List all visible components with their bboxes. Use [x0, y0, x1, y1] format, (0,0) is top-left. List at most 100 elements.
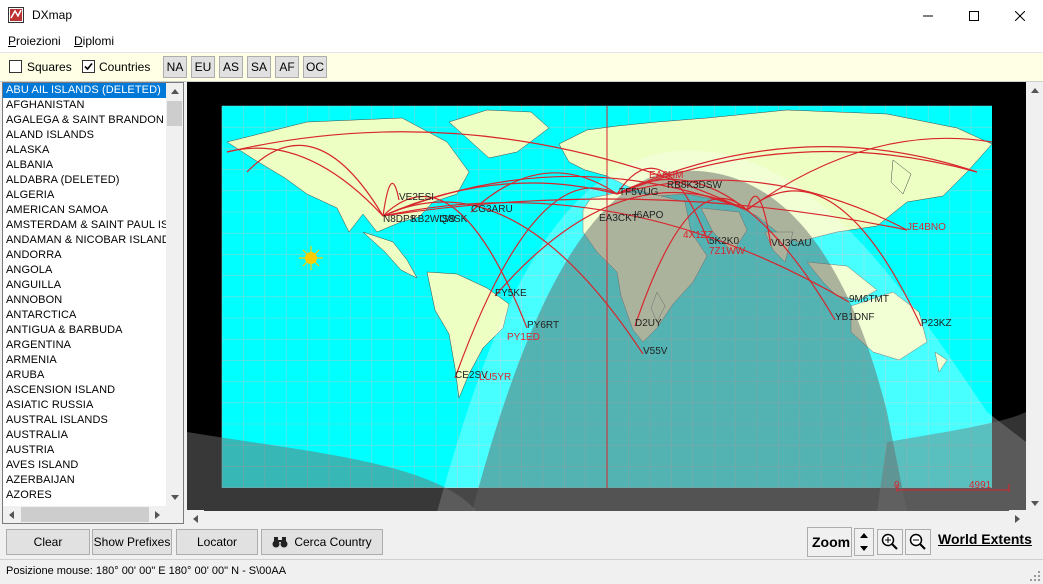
- spot-callsign-label: JE4BNO: [907, 222, 946, 233]
- minimize-button[interactable]: [905, 0, 951, 31]
- countries-label: Countries: [99, 60, 151, 74]
- continent-sa-button[interactable]: SA: [247, 56, 271, 78]
- continent-eu-button[interactable]: EU: [191, 56, 215, 78]
- zoom-in-button[interactable]: [877, 529, 903, 555]
- spot-callsign-label: 7Z1WW: [709, 246, 746, 257]
- window-title: DXmap: [32, 8, 73, 22]
- zoom-out-button[interactable]: [905, 529, 931, 555]
- binoculars-icon: [272, 537, 288, 548]
- country-list-item[interactable]: ABU AIL ISLANDS (DELETED): [3, 83, 169, 98]
- country-list-item[interactable]: ARMENIA: [3, 353, 169, 368]
- arrow-left-icon: [9, 510, 14, 519]
- country-list-item[interactable]: ANDORRA: [3, 248, 169, 263]
- map-scroll-up-button[interactable]: [1026, 82, 1043, 99]
- title-bar: DXmap: [0, 0, 1043, 31]
- list-hscroll-thumb[interactable]: [21, 507, 149, 522]
- clear-button[interactable]: Clear: [6, 529, 90, 555]
- country-list-item[interactable]: ANTARCTICA: [3, 308, 169, 323]
- scroll-down-button[interactable]: [166, 489, 183, 506]
- map-horizontal-scrollbar[interactable]: [187, 510, 1026, 527]
- country-list-item[interactable]: ANTIGUA & BARBUDA: [3, 323, 169, 338]
- country-list-item[interactable]: ALDABRA (DELETED): [3, 173, 169, 188]
- show-prefixes-button[interactable]: Show Prefixes: [92, 529, 172, 555]
- map-scroll-right-button[interactable]: [1009, 510, 1026, 527]
- spot-callsign-label: FY5KE: [495, 288, 527, 299]
- arrow-up-icon: [170, 89, 179, 94]
- zoom-out-icon: [909, 533, 926, 550]
- country-list-item[interactable]: ANNOBON: [3, 293, 169, 308]
- bottom-toolbar: Clear Show Prefixes Locator Cerca Countr…: [0, 526, 1043, 559]
- locator-button[interactable]: Locator: [176, 529, 258, 555]
- country-list-item[interactable]: AUSTRIA: [3, 443, 169, 458]
- country-list-item[interactable]: ANGOLA: [3, 263, 169, 278]
- scroll-up-button[interactable]: [166, 83, 183, 100]
- map-scroll-down-button[interactable]: [1026, 495, 1043, 512]
- resize-grip-icon[interactable]: [1029, 570, 1041, 582]
- spot-callsign-label: EA3CKT: [599, 213, 638, 224]
- arrow-down-icon: [170, 495, 179, 500]
- spin-arrows-icon: [854, 528, 874, 556]
- world-extents-button[interactable]: World Extents: [938, 531, 1032, 547]
- cerca-country-button[interactable]: Cerca Country: [261, 529, 383, 555]
- spot-callsign-label: EA6HM: [649, 170, 683, 181]
- zoom-box: Zoom: [807, 527, 852, 557]
- spot-callsign-label: LU5YR: [479, 372, 511, 383]
- country-list-item[interactable]: ALASKA: [3, 143, 169, 158]
- maximize-icon: [969, 10, 979, 21]
- squares-label: Squares: [27, 60, 72, 74]
- country-list-item[interactable]: AFGHANISTAN: [3, 98, 169, 113]
- country-list-item[interactable]: ALBANIA: [3, 158, 169, 173]
- country-list-item[interactable]: ALAND ISLANDS: [3, 128, 169, 143]
- spot-callsign-label: YB1DNF: [835, 312, 874, 323]
- spot-callsign-label: PY1ED: [507, 332, 540, 343]
- country-list-item[interactable]: ASCENSION ISLAND: [3, 383, 169, 398]
- country-list-item[interactable]: ALGERIA: [3, 188, 169, 203]
- country-list-item[interactable]: ASIATIC RUSSIA: [3, 398, 169, 413]
- scroll-left-button[interactable]: [3, 506, 20, 523]
- menu-diplomi[interactable]: Diplomi: [74, 34, 114, 48]
- spot-callsign-label: 4X1ZZ: [683, 230, 713, 241]
- filter-toolbar: Squares Countries NA EU AS SA AF OC: [0, 53, 1043, 82]
- arrow-right-icon: [155, 510, 160, 519]
- menu-proiezioni[interactable]: Proiezioni: [8, 34, 61, 48]
- country-list-item[interactable]: ARGENTINA: [3, 338, 169, 353]
- continent-as-button[interactable]: AS: [219, 56, 243, 78]
- close-button[interactable]: [997, 0, 1043, 31]
- country-listbox[interactable]: ABU AIL ISLANDS (DELETED) AFGHANISTAN AGAL…: [2, 82, 184, 524]
- spot-callsign-label: 9M6TMT: [849, 294, 889, 305]
- squares-checkbox[interactable]: [9, 60, 22, 73]
- country-list-item[interactable]: AMERICAN SAMOA: [3, 203, 169, 218]
- world-map-canvas[interactable]: VE2ESIN8DPSKB2WQ/9IS8SKCG3ARUFY5KEPY6RTC…: [187, 82, 1026, 512]
- country-list-item[interactable]: AUSTRALIA: [3, 428, 169, 443]
- spot-callsign-label: VU3CAU: [771, 238, 812, 249]
- country-list-item[interactable]: AZORES: [3, 488, 169, 503]
- list-scroll-thumb[interactable]: [167, 101, 182, 126]
- country-list-item[interactable]: AMSTERDAM & SAINT PAUL ISL: [3, 218, 169, 233]
- scroll-right-button[interactable]: [149, 506, 166, 523]
- maximize-button[interactable]: [951, 0, 997, 31]
- list-horizontal-scrollbar[interactable]: [3, 506, 183, 523]
- map-vertical-scrollbar[interactable]: [1026, 82, 1043, 512]
- country-list-item[interactable]: AGALEGA & SAINT BRANDON IS: [3, 113, 169, 128]
- spot-callsign-label: TF5VUG: [619, 187, 659, 198]
- spot-callsign-label: D2UY: [635, 318, 662, 329]
- app-icon: [8, 7, 24, 23]
- country-list-item[interactable]: ANGUILLA: [3, 278, 169, 293]
- scale-min-label: 0: [894, 480, 900, 491]
- map-scroll-left-button[interactable]: [187, 510, 204, 527]
- country-list-item[interactable]: AVES ISLAND: [3, 458, 169, 473]
- country-list-item[interactable]: AZERBAIJAN: [3, 473, 169, 488]
- continent-na-button[interactable]: NA: [163, 56, 187, 78]
- country-list-item[interactable]: ARUBA: [3, 368, 169, 383]
- country-list-item[interactable]: AUSTRAL ISLANDS: [3, 413, 169, 428]
- countries-checkbox[interactable]: [82, 60, 95, 73]
- list-vertical-scrollbar[interactable]: [166, 83, 183, 506]
- close-icon: [1015, 10, 1025, 21]
- arrow-down-icon: [1030, 501, 1039, 506]
- continent-af-button[interactable]: AF: [275, 56, 299, 78]
- world-map-view[interactable]: VE2ESI N8DPS KB2WQ/9 IS8SK CG3ARU FY5KE PY6RT C…: [187, 82, 1026, 512]
- country-list-item[interactable]: ANDAMAN & NICOBAR ISLANDS: [3, 233, 169, 248]
- scale-max-label: 4991: [969, 480, 992, 491]
- continent-oc-button[interactable]: OC: [303, 56, 327, 78]
- zoom-spinner[interactable]: [854, 528, 874, 556]
